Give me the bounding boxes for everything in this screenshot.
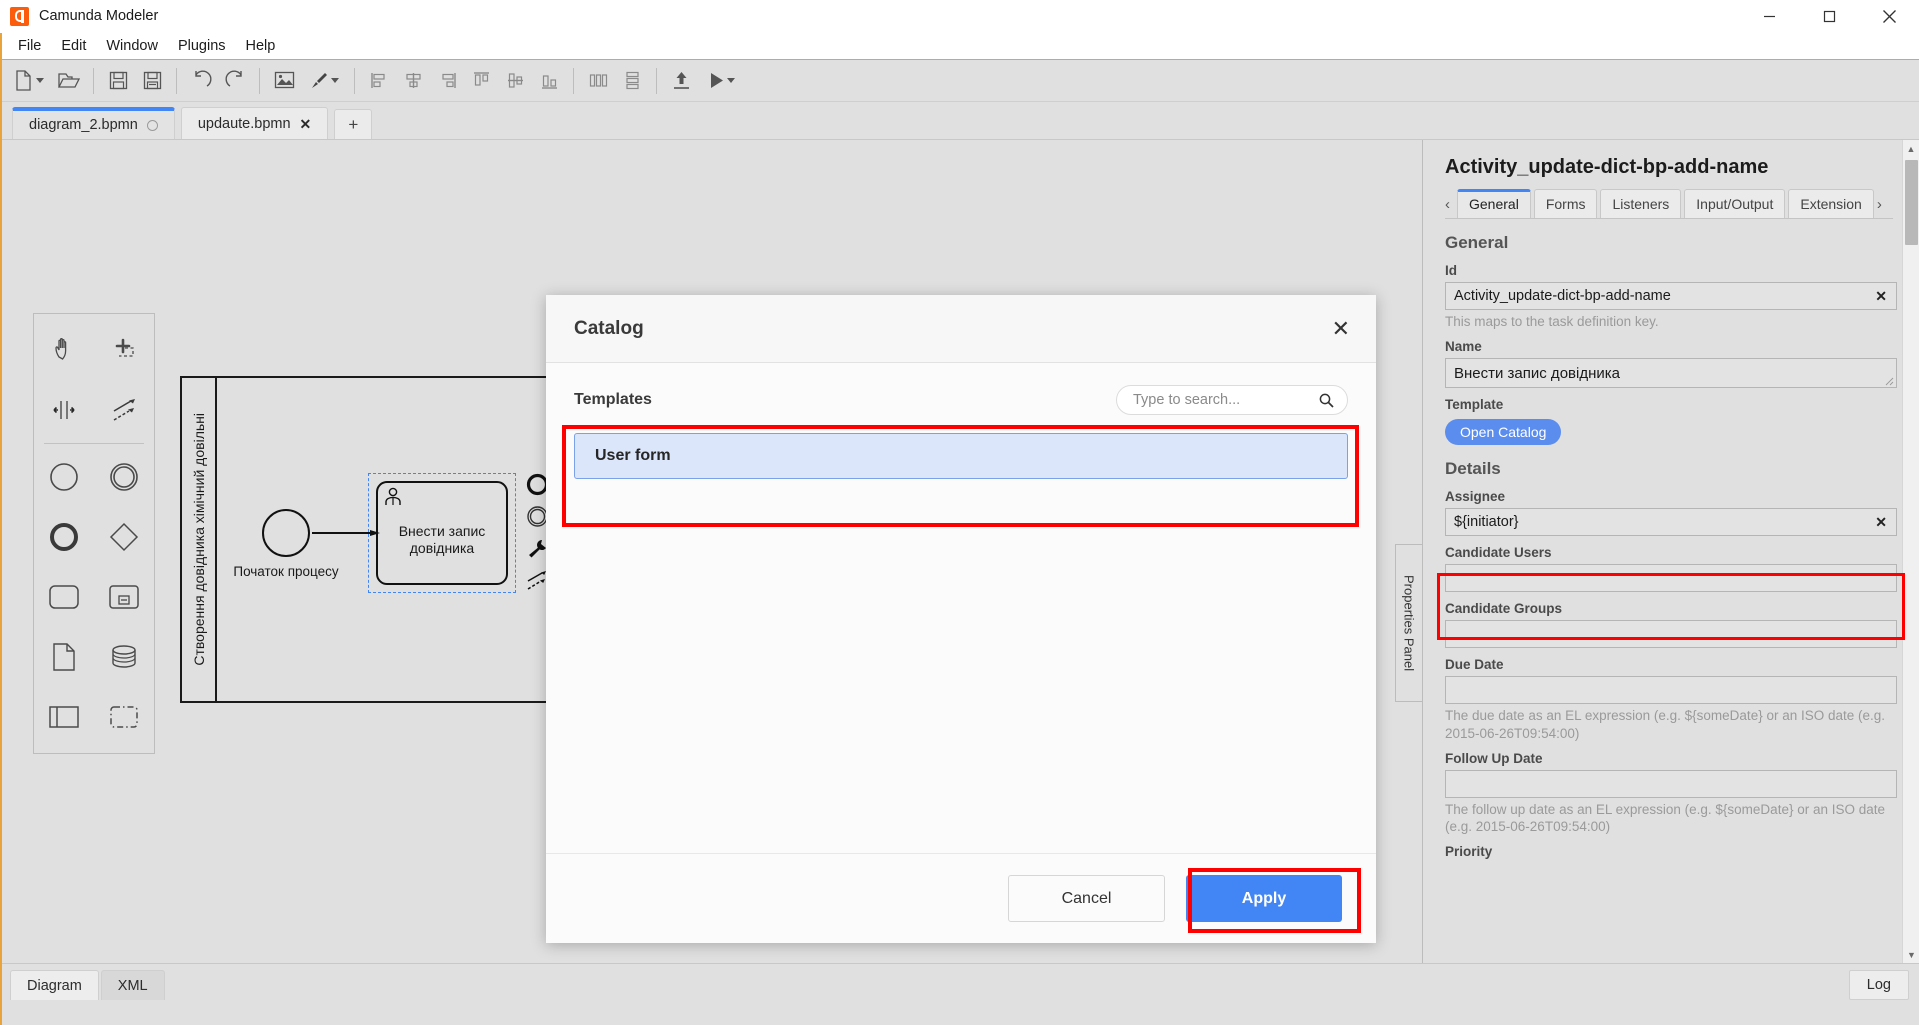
save-icon[interactable] [101, 64, 135, 98]
close-icon[interactable]: ✕ [300, 117, 312, 131]
distribute-vertical-icon[interactable] [615, 64, 649, 98]
tab-updaute[interactable]: updaute.bpmn ✕ [180, 107, 329, 139]
catalog-dialog-footer: Cancel Apply [546, 853, 1376, 943]
apply-button[interactable]: Apply [1186, 875, 1342, 922]
align-center-icon[interactable] [396, 64, 430, 98]
window-controls [1739, 0, 1919, 33]
close-icon[interactable] [1859, 0, 1919, 33]
toolbar-separator [656, 67, 657, 94]
catalog-dialog-header: Catalog ✕ [546, 295, 1376, 363]
cancel-button[interactable]: Cancel [1008, 875, 1165, 922]
tab-xml-view[interactable]: XML [100, 970, 165, 1000]
main-area: Створення довідника хімічний довільні По… [0, 140, 1919, 963]
align-right-icon[interactable] [430, 64, 464, 98]
toolbar-separator [93, 67, 94, 94]
menu-item-edit[interactable]: Edit [51, 36, 96, 56]
paint-tool-icon[interactable] [301, 64, 347, 98]
templates-label: Templates [574, 391, 652, 408]
chevron-down-icon[interactable] [35, 78, 44, 83]
deploy-icon[interactable] [664, 64, 698, 98]
tab-label: updaute.bpmn [197, 115, 291, 132]
list-item[interactable]: User form [574, 433, 1348, 479]
toolbar-separator [259, 67, 260, 94]
tab-diagram-2[interactable]: diagram_2.bpmn [12, 107, 175, 139]
distribute-horizontal-icon[interactable] [581, 64, 615, 98]
template-list: User form [574, 433, 1348, 479]
tab-label: diagram_2.bpmn [29, 117, 138, 133]
chevron-down-icon[interactable] [726, 78, 735, 83]
toolbar-separator [573, 67, 574, 94]
catalog-dialog: Catalog ✕ Templates Type to search... Us… [546, 295, 1376, 943]
window-accent-border [0, 33, 2, 1025]
export-image-icon[interactable] [267, 64, 301, 98]
search-icon[interactable] [1319, 393, 1334, 408]
menu-item-help[interactable]: Help [236, 36, 286, 56]
menu-item-plugins[interactable]: Plugins [168, 36, 236, 56]
minimize-icon[interactable] [1739, 0, 1799, 33]
tab-diagram-view[interactable]: Diagram [10, 970, 99, 1000]
menu-bar: File Edit Window Plugins Help [0, 33, 1919, 60]
unsaved-indicator-icon[interactable] [146, 119, 158, 131]
log-button[interactable]: Log [1848, 970, 1909, 1000]
open-diagram-icon[interactable] [52, 64, 86, 98]
align-middle-icon[interactable] [498, 64, 532, 98]
align-left-icon[interactable] [362, 64, 396, 98]
undo-icon[interactable] [184, 64, 218, 98]
toolbar [0, 60, 1919, 102]
save-as-icon[interactable] [135, 64, 169, 98]
catalog-dialog-title: Catalog [574, 317, 644, 339]
catalog-dialog-body: Templates Type to search... User form [546, 363, 1376, 853]
start-instance-icon[interactable] [698, 64, 744, 98]
align-top-icon[interactable] [464, 64, 498, 98]
app-title: Camunda Modeler [39, 8, 159, 24]
editor-tabs: diagram_2.bpmn updaute.bpmn ✕ + [0, 102, 1919, 140]
search-input[interactable]: Type to search... [1116, 385, 1348, 415]
catalog-modal-overlay: Catalog ✕ Templates Type to search... Us… [0, 140, 1919, 963]
menu-item-file[interactable]: File [8, 36, 51, 56]
close-icon[interactable]: ✕ [1332, 317, 1350, 340]
new-diagram-icon[interactable] [6, 64, 52, 98]
title-bar: Camunda Modeler [0, 0, 1919, 33]
toolbar-separator [176, 67, 177, 94]
chevron-down-icon[interactable] [330, 78, 339, 83]
add-tab-button[interactable]: + [334, 109, 373, 139]
menu-item-window[interactable]: Window [96, 36, 168, 56]
toolbar-separator [354, 67, 355, 94]
templates-header-row: Templates Type to search... [574, 385, 1348, 415]
redo-icon[interactable] [218, 64, 252, 98]
maximize-icon[interactable] [1799, 0, 1859, 33]
align-bottom-icon[interactable] [532, 64, 566, 98]
bottom-bar: Diagram XML Log [0, 963, 1919, 1006]
camunda-logo-icon [10, 6, 29, 26]
search-placeholder: Type to search... [1133, 392, 1241, 408]
